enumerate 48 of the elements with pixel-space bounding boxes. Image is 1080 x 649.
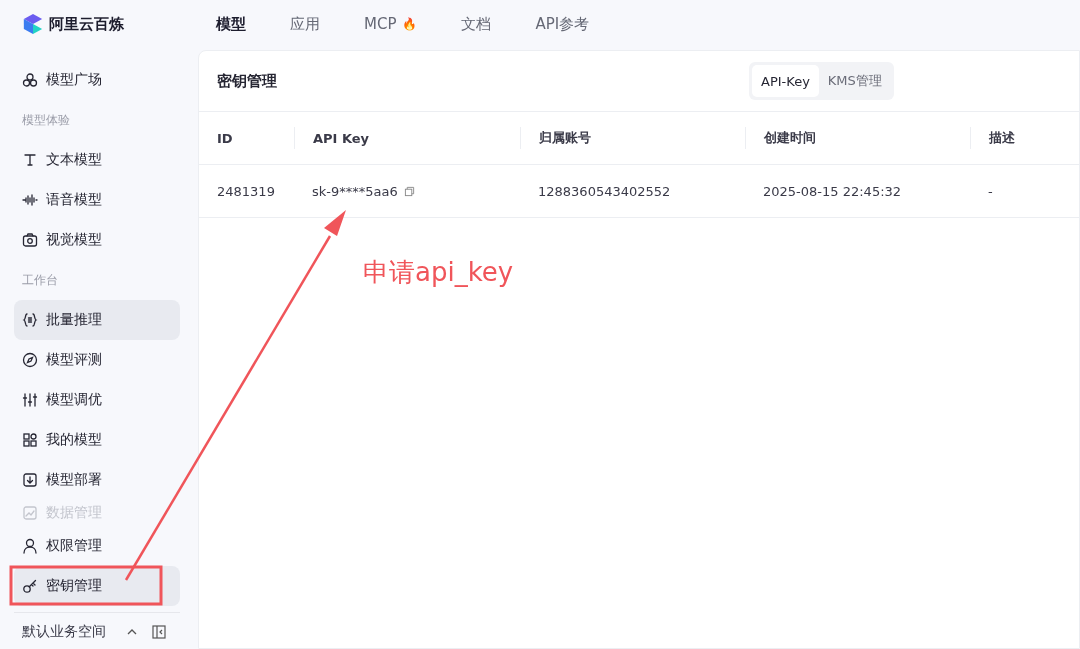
braces-icon bbox=[22, 312, 38, 328]
sidebar-item[interactable]: 视觉模型 bbox=[14, 220, 180, 260]
nav-tab[interactable]: 应用 bbox=[290, 14, 320, 34]
camera-icon bbox=[22, 232, 38, 248]
sidebar-item[interactable]: 我的模型 bbox=[14, 420, 180, 460]
text-icon bbox=[22, 152, 38, 168]
column-header: API Key bbox=[294, 127, 520, 149]
column-header: 归属账号 bbox=[520, 127, 745, 149]
table-cell: 2481319 bbox=[217, 183, 275, 199]
copy-icon[interactable] bbox=[403, 185, 415, 197]
sidebar-item[interactable]: 语音模型 bbox=[14, 180, 180, 220]
collapse-sidebar-icon[interactable] bbox=[152, 625, 166, 639]
nav-tab[interactable]: 模型 bbox=[216, 14, 246, 34]
sidebar-group-header: 工作台 bbox=[21, 272, 59, 289]
sidebar-group-header: 模型体验 bbox=[21, 112, 71, 129]
sidebar-item[interactable]: 批量推理 bbox=[14, 300, 180, 340]
nav-tab[interactable]: 文档 bbox=[461, 14, 492, 34]
column-header: 创建时间 bbox=[745, 127, 970, 149]
nav-tab[interactable]: API参考 bbox=[535, 14, 590, 34]
tab[interactable]: KMS管理 bbox=[818, 65, 891, 97]
table-cell: sk-9****5aa6 bbox=[312, 183, 398, 199]
annotation-text: 申请api_key bbox=[363, 256, 514, 289]
person-icon bbox=[22, 538, 38, 554]
table-cell: - bbox=[988, 183, 993, 199]
table-cell: 2025-08-15 22:45:32 bbox=[763, 183, 902, 199]
workspace-selector[interactable]: 默认业务空间 bbox=[22, 623, 106, 641]
cluster-icon bbox=[22, 72, 38, 88]
brand-name: 阿里云百炼 bbox=[49, 14, 124, 34]
key-icon bbox=[22, 578, 38, 594]
tab[interactable]: API-Key bbox=[752, 65, 819, 97]
sidebar-item[interactable]: 模型调优 bbox=[14, 380, 180, 420]
sidebar-item[interactable]: 模型部署 bbox=[14, 460, 180, 500]
sidebar-item[interactable]: 权限管理 bbox=[14, 526, 180, 566]
panel-title: 密钥管理 bbox=[217, 71, 278, 91]
column-header: ID bbox=[216, 129, 234, 148]
compass-icon bbox=[22, 352, 38, 368]
grid-icon bbox=[22, 432, 38, 448]
sliders-icon bbox=[22, 392, 38, 408]
download-icon bbox=[22, 472, 38, 488]
chart-icon bbox=[22, 505, 38, 521]
sidebar-item[interactable]: 模型评测 bbox=[14, 340, 180, 380]
column-header: 描述 bbox=[970, 127, 1079, 149]
wave-icon bbox=[22, 192, 38, 208]
logo-icon bbox=[22, 13, 44, 35]
nav-tab[interactable]: MCP 🔥 bbox=[364, 14, 418, 34]
table-cell: 1288360543402552 bbox=[538, 183, 671, 199]
sidebar-item[interactable]: 模型广场 bbox=[14, 60, 180, 100]
sidebar-item[interactable]: 文本模型 bbox=[14, 140, 180, 180]
